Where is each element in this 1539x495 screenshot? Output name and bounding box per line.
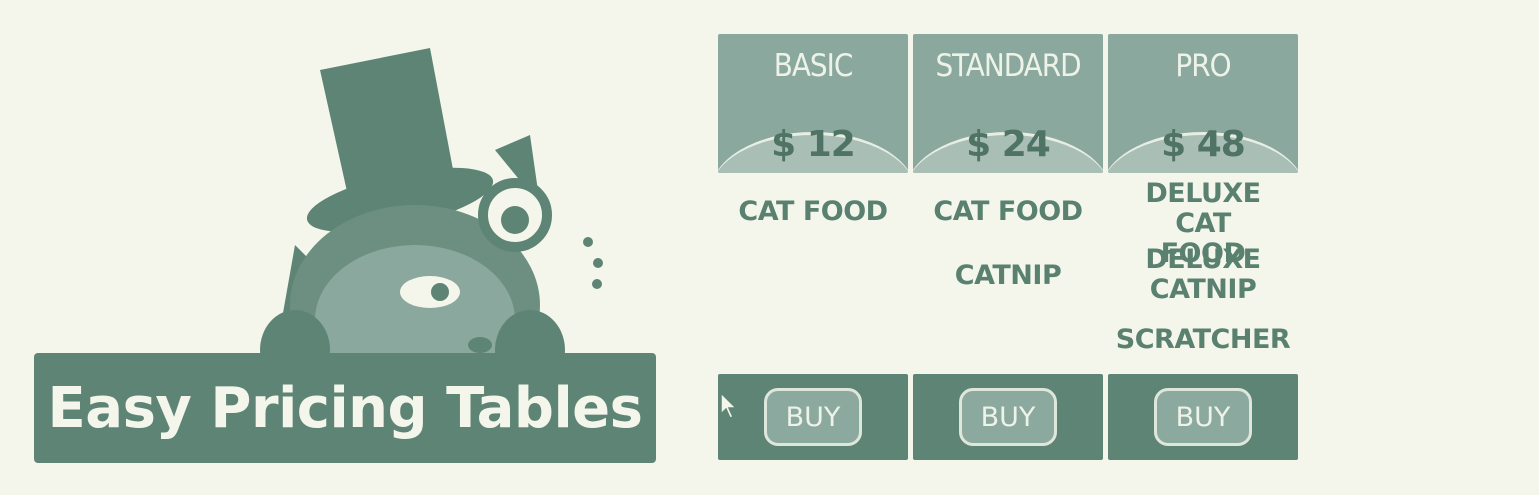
feature-item: CAT FOOD xyxy=(933,196,1083,227)
plan-price: $ 12 xyxy=(771,124,856,165)
buy-bar: BUY xyxy=(718,374,908,460)
plan-name: PRO xyxy=(1175,48,1231,84)
buy-button-basic[interactable]: BUY xyxy=(764,388,862,446)
buy-bar: BUY xyxy=(913,374,1103,460)
feature-item: SCRATCHER xyxy=(1115,324,1291,355)
plan-pro: PRO $ 48 DELUXE CAT FOOD DELUXE CATNIP S… xyxy=(1108,34,1298,373)
feature-item: DELUXE CATNIP xyxy=(1145,244,1261,305)
plan-price: $ 24 xyxy=(966,124,1051,165)
mouse-cursor-icon xyxy=(720,392,738,419)
buy-bar: BUY xyxy=(1108,374,1298,460)
plan-header: BASIC $ 12 xyxy=(718,34,908,173)
page-title: Easy Pricing Tables xyxy=(47,375,643,441)
buy-button-standard[interactable]: BUY xyxy=(959,388,1057,446)
buy-button-pro[interactable]: BUY xyxy=(1154,388,1252,446)
title-banner: Easy Pricing Tables xyxy=(34,353,656,463)
plan-name: BASIC xyxy=(773,48,854,84)
feature-item: CATNIP xyxy=(954,260,1062,291)
feature-list: CAT FOOD xyxy=(718,173,908,373)
plan-basic: BASIC $ 12 CAT FOOD xyxy=(718,34,908,373)
feature-list: DELUXE CAT FOOD DELUXE CATNIP SCRATCHER xyxy=(1108,173,1298,373)
plan-header: STANDARD $ 24 xyxy=(913,34,1103,173)
plan-standard: STANDARD $ 24 CAT FOOD CATNIP xyxy=(913,34,1103,373)
feature-list: CAT FOOD CATNIP xyxy=(913,173,1103,373)
plan-name: STANDARD xyxy=(935,48,1081,84)
feature-item: CAT FOOD xyxy=(738,196,888,227)
plan-header: PRO $ 48 xyxy=(1108,34,1298,173)
plan-price: $ 48 xyxy=(1161,124,1246,165)
